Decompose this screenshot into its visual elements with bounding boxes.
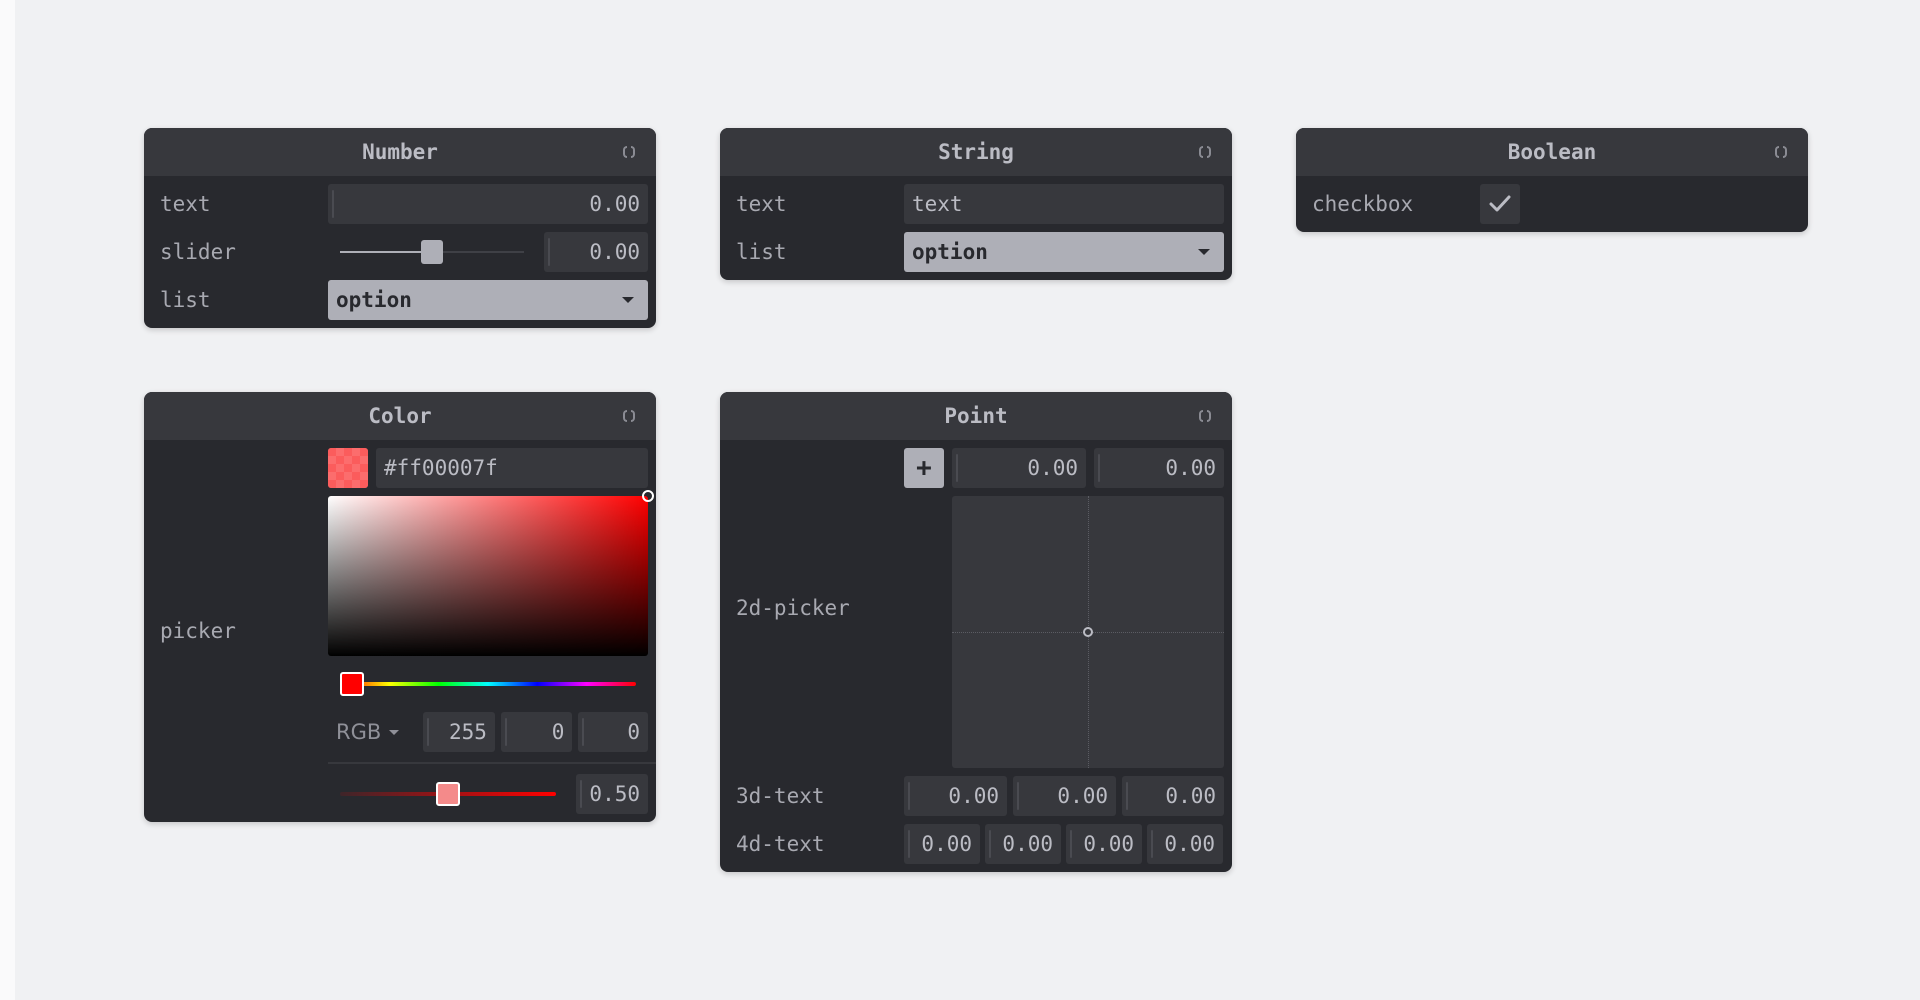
slider-thumb[interactable]	[421, 240, 443, 264]
fold-icon[interactable]	[1198, 146, 1212, 158]
point-marker[interactable]	[1083, 627, 1093, 637]
2d-picker-pad[interactable]	[952, 496, 1224, 768]
number-slider-row: slider 0.00	[160, 232, 648, 272]
fold-icon[interactable]	[1774, 146, 1788, 158]
page-left-edge	[0, 0, 15, 1000]
4d-w-input[interactable]: 0.00	[1147, 824, 1223, 864]
select-value: option	[336, 288, 412, 312]
point-y-input[interactable]: 0.00	[1094, 448, 1224, 488]
panel-title: Color	[368, 404, 432, 428]
panel-title: String	[938, 140, 1014, 164]
row-label: 2d-picker	[736, 596, 850, 620]
boolean-checkbox-row: checkbox	[1312, 184, 1800, 224]
check-icon	[1489, 195, 1511, 212]
panel-title: Point	[944, 404, 1008, 428]
boolean-panel: Boolean checkbox	[1296, 128, 1808, 232]
alpha-slider[interactable]	[340, 782, 556, 806]
plus-icon[interactable]: +	[904, 448, 944, 488]
row-label: slider	[160, 240, 236, 264]
number-panel: Number text 0.00 slider 0.00 list option	[144, 128, 656, 328]
panel-title: Boolean	[1507, 140, 1597, 164]
number-panel-header[interactable]: Number	[144, 128, 656, 176]
number-text-input[interactable]: 0.00	[328, 184, 648, 224]
4d-x-input[interactable]: 0.00	[904, 824, 980, 864]
fold-icon[interactable]	[622, 146, 636, 158]
row-label: text	[736, 192, 787, 216]
sv-thumb[interactable]	[642, 490, 654, 502]
4d-text-row: 4d-text 0.00 0.00 0.00 0.00	[736, 824, 1224, 864]
alpha-thumb[interactable]	[436, 782, 460, 806]
row-label: list	[160, 288, 211, 312]
hue-slider[interactable]	[340, 672, 636, 696]
checkbox[interactable]	[1480, 184, 1520, 224]
blue-input[interactable]: 0	[578, 712, 648, 752]
row-label: 4d-text	[736, 832, 825, 856]
boolean-panel-header[interactable]: Boolean	[1296, 128, 1808, 176]
slider-value-input[interactable]: 0.00	[544, 232, 648, 272]
row-label: picker	[160, 619, 236, 643]
list-select[interactable]: option	[328, 280, 648, 320]
3d-x-input[interactable]: 0.00	[904, 776, 1007, 816]
select-value: option	[912, 240, 988, 264]
string-text-input[interactable]: text	[904, 184, 1224, 224]
point-panel: Point 2d-picker + 0.00 0.00 3d-text 0.00…	[720, 392, 1232, 872]
string-list-row: list option	[736, 232, 1224, 272]
row-label: list	[736, 240, 787, 264]
list-select[interactable]: option	[904, 232, 1224, 272]
point-x-input[interactable]: 0.00	[952, 448, 1086, 488]
4d-z-input[interactable]: 0.00	[1066, 824, 1142, 864]
string-text-row: text text	[736, 184, 1224, 224]
hex-input[interactable]: #ff00007f	[376, 448, 648, 488]
color-panel-header[interactable]: Color	[144, 392, 656, 440]
red-input[interactable]: 255	[423, 712, 495, 752]
saturation-value-plane[interactable]	[328, 490, 654, 656]
hue-thumb[interactable]	[340, 672, 364, 696]
number-text-row: text 0.00	[160, 184, 648, 224]
green-input[interactable]: 0	[500, 712, 573, 752]
color-mode-value: RGB	[336, 720, 382, 744]
chevron-down-icon	[1198, 249, 1210, 255]
number-list-row: list option	[160, 280, 648, 320]
color-swatch[interactable]	[328, 448, 368, 488]
row-label: 3d-text	[736, 784, 825, 808]
4d-y-input[interactable]: 0.00	[985, 824, 1061, 864]
point-panel-header[interactable]: Point	[720, 392, 1232, 440]
alpha-value-input[interactable]: 0.50	[576, 774, 648, 814]
3d-z-input[interactable]: 0.00	[1122, 776, 1224, 816]
chevron-down-icon	[622, 297, 634, 303]
color-panel: Color picker #ff00007f RGB 255 0 0 0.50	[144, 392, 656, 822]
string-panel: String text text list option	[720, 128, 1232, 280]
row-label: text	[160, 192, 211, 216]
color-mode-select[interactable]: RGB	[328, 712, 417, 752]
divider	[328, 762, 656, 764]
chevron-down-icon	[389, 729, 400, 735]
row-label: checkbox	[1312, 192, 1414, 216]
3d-text-row: 3d-text 0.00 0.00 0.00	[736, 776, 1224, 816]
slider-track[interactable]	[340, 240, 524, 264]
fold-icon[interactable]	[1198, 410, 1212, 422]
string-panel-header[interactable]: String	[720, 128, 1232, 176]
fold-icon[interactable]	[622, 410, 636, 422]
panel-title: Number	[362, 140, 438, 164]
3d-y-input[interactable]: 0.00	[1013, 776, 1116, 816]
